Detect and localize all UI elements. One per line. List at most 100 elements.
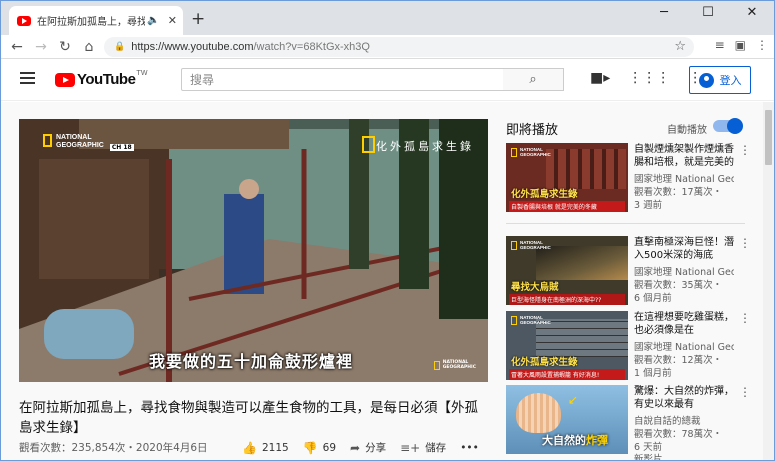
header-icons: ■▸ ⋮⋮⋮ ⋮ — [590, 70, 702, 86]
natgeo-logo-icon — [511, 315, 517, 325]
item-channel[interactable]: 國家地理 National Geographic — [634, 264, 734, 278]
natgeo-logo-icon — [511, 147, 517, 157]
thumbs-up-icon: 👍 — [242, 440, 257, 455]
up-next-heading: 即將播放 — [506, 123, 559, 138]
list-item[interactable]: ↙ 大自然的炸彈 驚爆：大自然的炸彈，有史以來最有 自說自話的總裁 觀看次數：7… — [506, 385, 751, 461]
bookmark-star-icon[interactable]: ☆ — [674, 39, 686, 54]
reload-icon[interactable]: ↻ — [53, 39, 77, 55]
video-actions: 👍 2115 👎 69 ➦ 分享 ≡+ 儲存 ••• — [242, 440, 493, 455]
thumb-caption: 大自然的炸彈 — [542, 434, 608, 447]
apps-grid-icon[interactable]: ⋮⋮⋮ — [628, 70, 670, 86]
search-box[interactable] — [181, 68, 504, 91]
minimize-button[interactable]: ─ — [642, 1, 686, 27]
save-button[interactable]: ≡+ 儲存 — [400, 440, 446, 455]
youtube-favicon-icon — [17, 15, 31, 26]
add-playlist-icon: ≡+ — [400, 440, 421, 455]
list-item[interactable]: NATIONAL GEOGRAPHIC 化外孤島求生錄 冒著大風雨設置捕蝦籠 有好… — [506, 311, 751, 381]
item-title[interactable]: 自製煙燻架製作煙燻香腸和培根，就是完美的冬藏 — [634, 143, 734, 169]
item-menu-icon[interactable]: ⋮ — [739, 236, 751, 250]
maximize-button[interactable]: ☐ — [686, 1, 730, 27]
thumb-subcaption: 巨型海怪隱身在南極洲的深海中?? — [509, 294, 625, 305]
item-channel[interactable]: 國家地理 National Geographic — [634, 171, 734, 185]
region-label: TW — [136, 69, 148, 77]
forward-icon[interactable]: → — [29, 39, 53, 55]
tab-title: 在阿拉斯加孤島上，尋找食物 — [37, 17, 146, 28]
youtube-play-icon — [55, 72, 75, 87]
thumb-caption: 尋找大烏賊 — [511, 282, 559, 293]
new-badge: 新影片 — [634, 454, 663, 461]
dislike-button[interactable]: 👎 69 — [303, 441, 336, 455]
channel-number: CH 18 — [109, 144, 134, 151]
lock-icon: 🔒 — [114, 42, 126, 52]
youtube-logo[interactable]: YouTube TW — [55, 69, 148, 88]
tab-strip: 在阿拉斯加孤島上，尋找食物 🔈 ✕ + ─ ☐ ✕ — [1, 1, 774, 35]
dislike-count: 69 — [322, 441, 337, 454]
thumbnail[interactable]: NATIONAL GEOGRAPHIC 化外孤島求生錄 冒著大風雨設置捕蝦籠 有好… — [506, 311, 628, 380]
item-menu-icon[interactable]: ⋮ — [739, 385, 751, 399]
search-input[interactable] — [182, 69, 503, 91]
list-item[interactable]: NATIONAL GEOGRAPHIC 化外孤島求生錄 自製香腸與培根 就是完美的… — [506, 143, 751, 213]
speaker-icon[interactable]: 🔈 — [147, 15, 159, 26]
page-content: NATIONAL GEOGRAPHIC CH 18 化外孤島求生錄 我要做的五十加… — [1, 102, 765, 461]
autoplay-toggle[interactable] — [713, 118, 743, 134]
natgeo-logo-icon — [43, 134, 52, 147]
item-views: 觀看次數：17萬次・ — [634, 187, 723, 198]
url-text: https://www.youtube.com/watch?v=68KtGx-x… — [131, 41, 370, 53]
search-button[interactable]: ⌕ — [503, 68, 564, 91]
thumb-subcaption: 冒著大風雨設置捕蝦籠 有好消息! — [509, 369, 625, 380]
share-button[interactable]: ➦ 分享 — [350, 440, 386, 455]
video-views-date: 觀看次數：235,854次・2020年4月6日 — [19, 442, 208, 454]
menu-kebab-icon[interactable]: ⋮ — [756, 38, 768, 52]
video-title: 在阿拉斯加孤島上，尋找食物與製造可以產生食物的工具，是每日必須【外孤島求生錄】 — [19, 400, 478, 436]
thumbnail[interactable]: NATIONAL GEOGRAPHIC 化外孤島求生錄 自製香腸與培根 就是完美的… — [506, 143, 628, 212]
natgeo-logo-icon — [511, 240, 517, 250]
video-subtitle: 我要做的五十加侖鼓形爐裡 — [149, 352, 354, 371]
item-title[interactable]: 驚爆：大自然的炸彈，有史以來最有 — [634, 385, 734, 411]
close-window-button[interactable]: ✕ — [730, 1, 774, 27]
video-frame-scene — [19, 119, 488, 382]
list-item[interactable]: NATIONAL GEOGRAPHIC 尋找大烏賊 巨型海怪隱身在南極洲的深海中?… — [506, 236, 751, 306]
thumbnail[interactable]: ↙ 大自然的炸彈 — [506, 385, 628, 454]
new-tab-button[interactable]: + — [191, 9, 205, 29]
window-controls: ─ ☐ ✕ — [642, 1, 774, 27]
share-label: 分享 — [365, 442, 387, 454]
playlist-icon[interactable]: ≡ — [715, 38, 725, 52]
item-menu-icon[interactable]: ⋮ — [739, 143, 751, 157]
item-title[interactable]: 直擊南極深海巨怪！潛入500米深的海底 — [634, 236, 734, 262]
item-age: 3 週前 — [634, 200, 663, 211]
item-menu-icon[interactable]: ⋮ — [739, 311, 751, 325]
like-count: 2115 — [261, 441, 289, 454]
hamburger-menu-icon[interactable] — [20, 72, 35, 84]
item-views: 觀看次數：12萬次・ — [634, 355, 723, 366]
natgeo-watermark-icon — [433, 360, 440, 370]
scrollbar-thumb[interactable] — [765, 110, 772, 165]
logo-text: YouTube — [77, 71, 136, 88]
more-icon: ••• — [460, 441, 479, 454]
signin-label: 登入 — [719, 74, 742, 87]
page-scrollbar[interactable] — [763, 102, 774, 460]
like-button[interactable]: 👍 2115 — [242, 441, 289, 455]
share-icon: ➦ — [350, 440, 361, 455]
home-icon[interactable]: ⌂ — [77, 39, 101, 55]
create-video-icon[interactable]: ■▸ — [590, 70, 610, 86]
account-icon — [698, 72, 714, 88]
browser-tab[interactable]: 在阿拉斯加孤島上，尋找食物 🔈 ✕ — [9, 6, 183, 35]
more-actions-button[interactable]: ••• — [460, 442, 479, 454]
natgeo-watermark: NATIONAL GEOGRAPHIC — [433, 360, 476, 370]
item-title[interactable]: 在這裡想要吃雞蛋糕，也必須像是在 — [634, 311, 734, 337]
thumb-caption: 化外孤島求生錄 — [511, 357, 578, 368]
video-player[interactable]: NATIONAL GEOGRAPHIC CH 18 化外孤島求生錄 我要做的五十加… — [19, 119, 488, 382]
thumb-subcaption: 自製香腸與培根 就是完美的冬藏 — [509, 201, 625, 212]
item-channel[interactable]: 自說自話的總裁 — [634, 413, 734, 427]
back-icon[interactable]: ← — [5, 39, 29, 55]
divider — [506, 223, 745, 224]
thumb-caption: 化外孤島求生錄 — [511, 189, 578, 200]
item-age: 1 個月前 — [634, 368, 672, 379]
arrow-icon: ↙ — [568, 393, 579, 407]
item-channel[interactable]: 國家地理 National Geographic — [634, 339, 734, 353]
extension-icon[interactable]: ▣ — [735, 38, 746, 52]
signin-button[interactable]: 登入 — [689, 66, 751, 94]
thumbnail[interactable]: NATIONAL GEOGRAPHIC 尋找大烏賊 巨型海怪隱身在南極洲的深海中?… — [506, 236, 628, 305]
close-tab-icon[interactable]: ✕ — [168, 14, 177, 27]
address-bar[interactable]: 🔒 https://www.youtube.com/watch?v=68KtGx… — [104, 37, 694, 57]
